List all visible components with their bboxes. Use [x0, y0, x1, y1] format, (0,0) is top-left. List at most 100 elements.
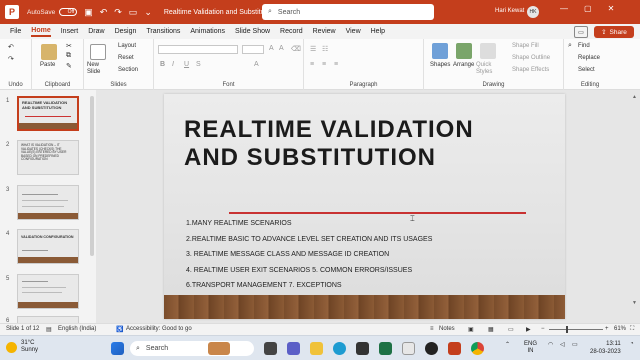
slide-body-text[interactable]: 1.MANY REALTIME SCENARIOS 2.REALTIME BAS…	[186, 216, 432, 294]
copy-icon[interactable]: ⧉	[66, 52, 71, 60]
tab-review[interactable]: Review	[313, 28, 336, 35]
reading-view-icon[interactable]: ▭	[508, 326, 514, 333]
powerpoint-app-icon[interactable]	[448, 342, 461, 355]
thumbnail-image[interactable]	[17, 185, 79, 220]
bold-icon[interactable]: B	[160, 61, 165, 68]
language-indicator[interactable]: ENG IN	[524, 341, 537, 355]
thumbnail-slide-4[interactable]: 4 VALIDATION CONFIGURATION	[0, 229, 92, 267]
close-icon[interactable]: ✕	[608, 4, 615, 13]
autosave-toggle[interactable]: Off	[59, 8, 78, 16]
zoom-slider-thumb[interactable]	[566, 326, 568, 333]
tab-design[interactable]: Design	[115, 28, 137, 35]
replace-button[interactable]: Replace	[578, 55, 600, 61]
volume-icon[interactable]: ◁	[560, 341, 565, 348]
search-box[interactable]: ⌕ Search	[262, 4, 434, 20]
taskbar-search[interactable]: ⌕ Search	[130, 341, 254, 356]
slide-title[interactable]: REALTIME VALIDATION AND SUBSTITUTION	[184, 116, 544, 172]
thumbnail-slide-2[interactable]: 2 WHAT IS VALIDATION – IT VALIDATES (CHE…	[0, 140, 92, 178]
store-app-icon[interactable]	[356, 342, 369, 355]
shape-outline-button[interactable]: Shape Outline	[512, 55, 550, 61]
undo-quick-icon[interactable]: ↶	[100, 7, 108, 18]
zoom-slider[interactable]	[549, 329, 603, 330]
edge-browser-icon[interactable]	[333, 342, 346, 355]
maximize-icon[interactable]: ▢	[584, 4, 592, 13]
current-slide[interactable]: REALTIME VALIDATION AND SUBSTITUTION 1.M…	[164, 94, 565, 319]
notes-button[interactable]: Notes	[439, 326, 455, 332]
arrange-label[interactable]: Arrange	[453, 62, 474, 68]
select-button[interactable]: Select	[578, 67, 595, 73]
align-center-icon[interactable]: ≡	[322, 61, 326, 68]
tab-transitions[interactable]: Transitions	[146, 28, 180, 35]
tray-overflow-icon[interactable]: ⌃	[505, 341, 510, 348]
thumbnail-image[interactable]: REALTIME VALIDATION AND SUBSTITUTION	[17, 96, 79, 131]
chrome-app-icon[interactable]	[471, 342, 484, 355]
paste-label[interactable]: Paste	[40, 62, 55, 68]
thumbnail-image[interactable]: WHAT IS VALIDATION – IT VALIDATES (CHECK…	[17, 140, 79, 175]
slide-sorter-icon[interactable]: ▦	[488, 326, 494, 333]
weather-widget[interactable]: 31°C Sunny	[6, 340, 38, 354]
new-slide-label[interactable]: New Slide	[87, 62, 113, 76]
battery-icon[interactable]: ▭	[572, 341, 578, 348]
zoom-level[interactable]: 61%	[614, 326, 626, 332]
zoom-in-icon[interactable]: +	[605, 326, 609, 332]
thumbnail-image[interactable]	[17, 274, 79, 309]
font-size-select[interactable]	[242, 45, 264, 54]
find-button[interactable]: Find	[578, 43, 590, 49]
tab-home[interactable]: Home	[31, 27, 51, 37]
tab-view[interactable]: View	[346, 28, 361, 35]
reset-button[interactable]: Reset	[118, 55, 134, 61]
spelling-icon[interactable]: ▤	[46, 326, 52, 333]
cut-icon[interactable]: ✂	[66, 42, 72, 50]
media-app-icon[interactable]	[402, 342, 415, 355]
obs-app-icon[interactable]	[425, 342, 438, 355]
layout-button[interactable]: Layout	[118, 43, 136, 49]
scroll-up-icon[interactable]: ▲	[632, 94, 637, 100]
shape-fill-button[interactable]: Shape Fill	[512, 43, 539, 49]
align-left-icon[interactable]: ≡	[310, 61, 314, 68]
accessibility-status[interactable]: Accessibility: Good to go	[126, 326, 192, 332]
thumbnail-slide-6[interactable]: 6	[0, 316, 92, 323]
thumbnails-scrollbar[interactable]	[90, 96, 94, 256]
system-clock[interactable]: 13:11 28-03-2023	[590, 340, 621, 356]
language-status[interactable]: English (India)	[58, 326, 96, 332]
excel-app-icon[interactable]	[379, 342, 392, 355]
tab-record[interactable]: Record	[280, 28, 303, 35]
underline-icon[interactable]: U	[184, 61, 189, 68]
start-icon[interactable]	[111, 342, 124, 355]
section-button[interactable]: Section	[118, 67, 138, 73]
chat-app-icon[interactable]	[287, 342, 300, 355]
normal-view-icon[interactable]: ▣	[468, 326, 474, 333]
tab-slide-show[interactable]: Slide Show	[235, 28, 270, 35]
new-slide-icon[interactable]	[90, 44, 106, 60]
thumbnail-slide-5[interactable]: 5	[0, 274, 92, 312]
thumbnail-image[interactable]	[17, 316, 79, 323]
zoom-out-icon[interactable]: −	[541, 326, 545, 332]
increase-font-icon[interactable]: A	[269, 45, 274, 52]
share-button[interactable]: ⇪ Share	[594, 26, 634, 38]
decrease-font-icon[interactable]: A	[279, 45, 284, 52]
fit-to-window-icon[interactable]: ⛶	[630, 326, 634, 333]
shapes-icon[interactable]	[432, 43, 448, 59]
italic-icon[interactable]: I	[172, 61, 174, 68]
arrange-icon[interactable]	[456, 43, 472, 59]
tab-draw[interactable]: Draw	[88, 28, 104, 35]
tab-insert[interactable]: Insert	[61, 28, 79, 35]
customize-qat-icon[interactable]: ⌄	[144, 7, 152, 18]
strikethrough-icon[interactable]: S	[196, 61, 201, 68]
task-view-icon[interactable]	[264, 342, 277, 355]
present-icon[interactable]: ▭	[129, 7, 138, 18]
file-explorer-icon[interactable]	[310, 342, 323, 355]
align-right-icon[interactable]: ≡	[334, 61, 338, 68]
avatar[interactable]: HK	[527, 6, 539, 18]
thumbnail-image[interactable]: VALIDATION CONFIGURATION	[17, 229, 79, 264]
wifi-icon[interactable]: ◠	[548, 341, 553, 348]
format-painter-icon[interactable]: ✎	[66, 62, 72, 70]
redo-icon[interactable]: ↷	[8, 55, 14, 63]
scroll-down-icon[interactable]: ▼	[632, 300, 637, 306]
numbering-icon[interactable]: ☷	[322, 45, 328, 53]
slideshow-view-icon[interactable]: ▶	[526, 326, 531, 333]
tab-help[interactable]: Help	[371, 28, 385, 35]
clear-format-icon[interactable]: ⌫	[291, 45, 301, 53]
undo-icon[interactable]: ↶	[8, 43, 14, 51]
quick-styles-label[interactable]: Quick Styles	[476, 62, 500, 76]
